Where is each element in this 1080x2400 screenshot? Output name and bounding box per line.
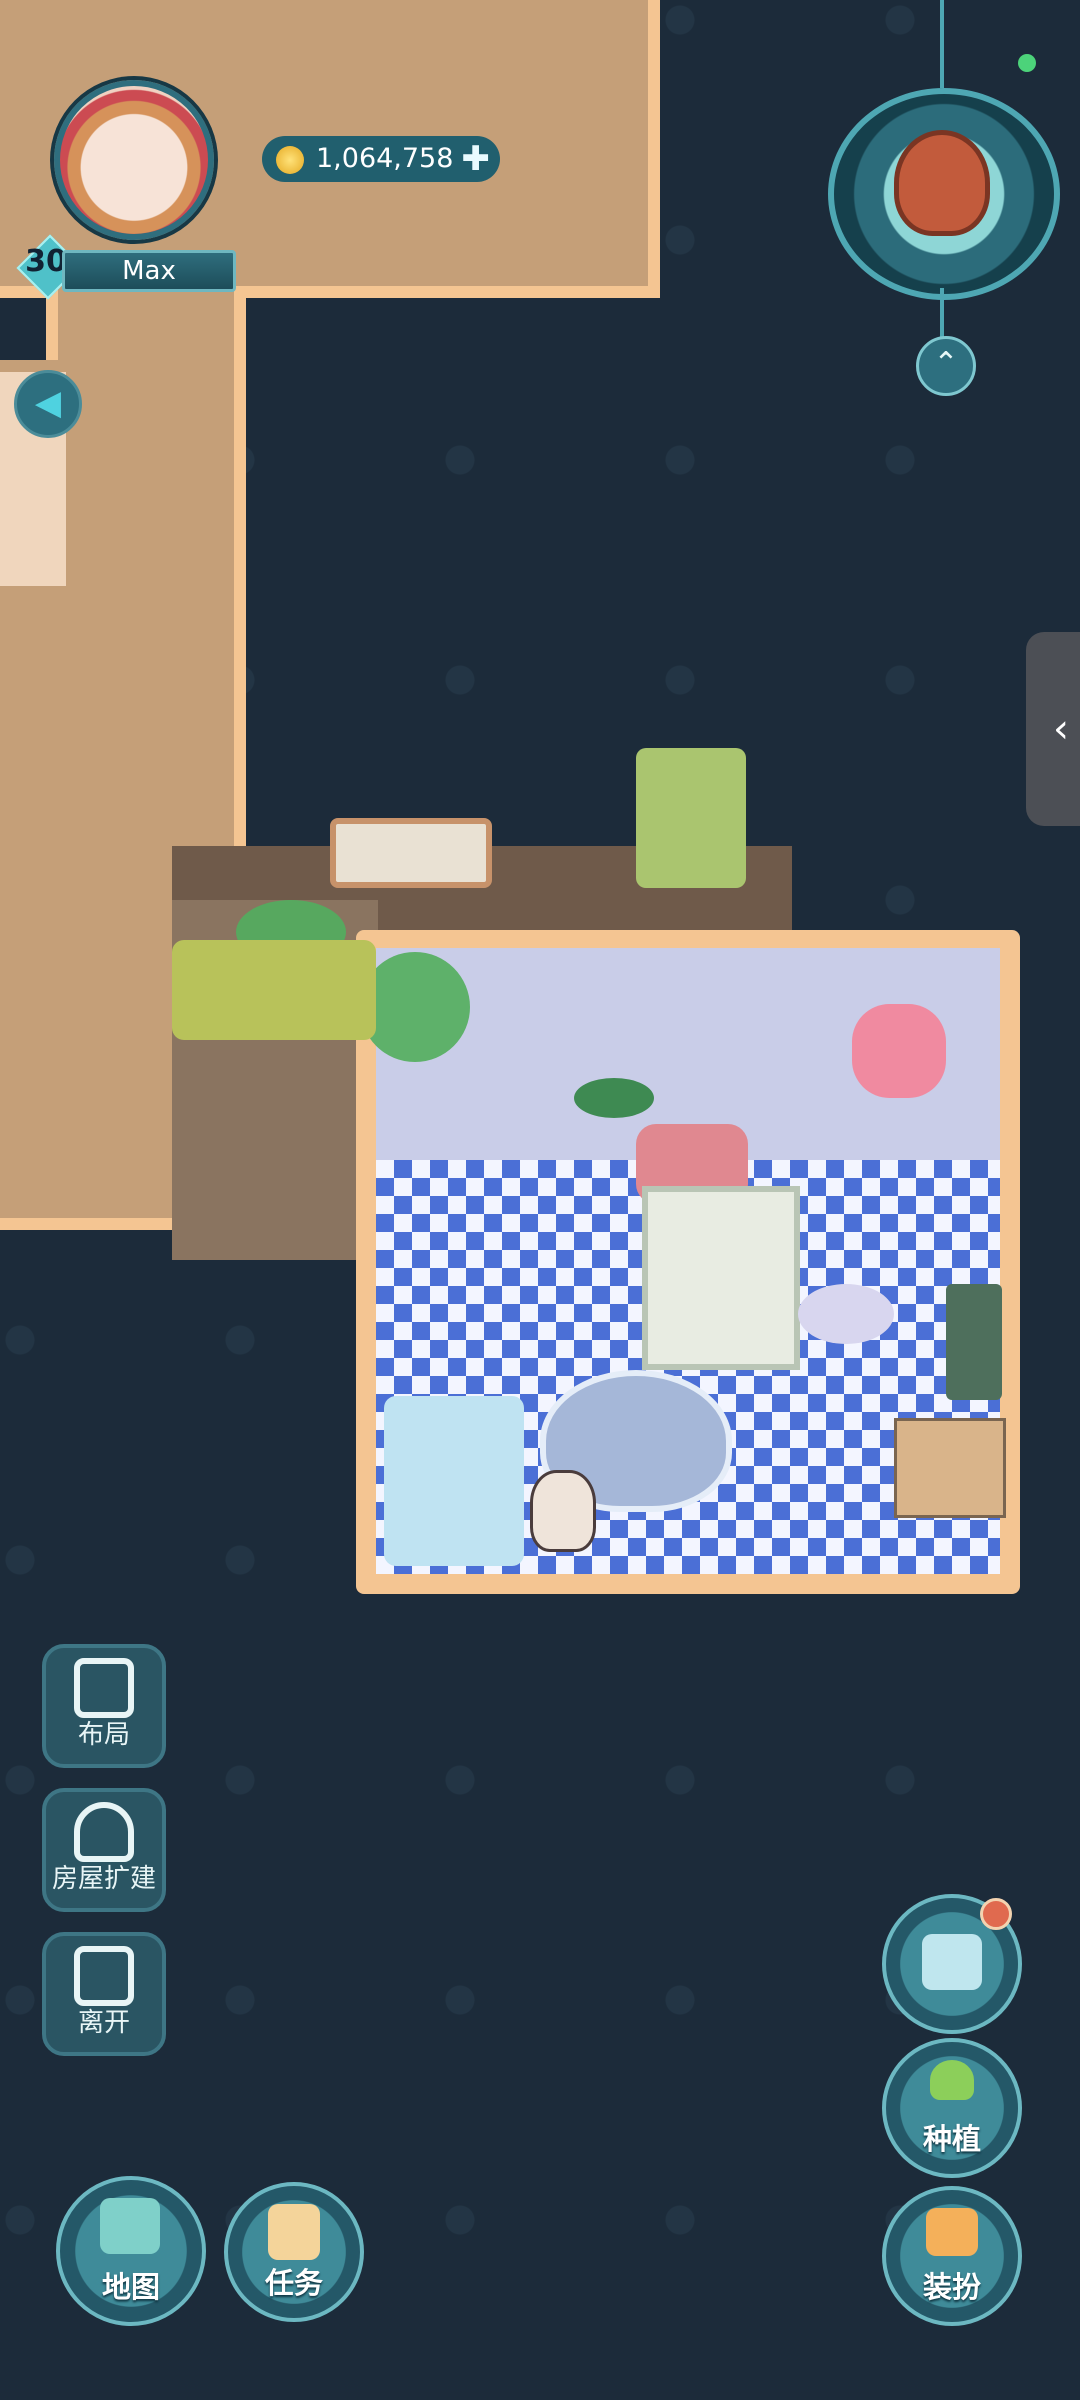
- widget-string: [940, 0, 944, 88]
- player-character[interactable]: [530, 1470, 596, 1552]
- player-avatar[interactable]: [54, 80, 214, 240]
- tasks-button[interactable]: 任务: [224, 2182, 364, 2322]
- map-button[interactable]: 地图: [56, 2176, 206, 2326]
- dressup-label: 装扮: [922, 2270, 981, 2304]
- furniture-catalog-icon: [922, 1934, 982, 1990]
- map-label: 地图: [101, 2270, 160, 2304]
- tasks-label: 任务: [264, 2266, 323, 2300]
- triangle-left-icon: ◀: [34, 383, 62, 423]
- exit-label: 离开: [77, 2008, 130, 2038]
- clipboard-icon: [268, 2204, 320, 2260]
- green-table[interactable]: [574, 1078, 654, 1118]
- coin-value: 1,064,758: [316, 143, 454, 174]
- sofa-furniture[interactable]: [330, 818, 492, 888]
- widget-string-lower: [940, 288, 944, 338]
- house-icon: [894, 130, 990, 236]
- player-name: Max: [62, 250, 236, 292]
- coin-icon: [276, 146, 304, 174]
- stove[interactable]: [894, 1418, 1006, 1518]
- carpet[interactable]: [642, 1186, 800, 1370]
- clover-plant-large[interactable]: [360, 952, 470, 1062]
- map-icon: [100, 2198, 160, 2254]
- left-panel-tab[interactable]: ◀: [14, 370, 82, 438]
- house-expand-icon: [74, 1802, 134, 1862]
- double-chevron-up-icon[interactable]: ⌃: [916, 336, 976, 396]
- plant-shelf[interactable]: [384, 1396, 524, 1566]
- dressup-button[interactable]: 装扮: [882, 2186, 1022, 2326]
- flower-mirror[interactable]: [852, 1004, 946, 1098]
- fridge[interactable]: [946, 1284, 1002, 1400]
- house-expand-button[interactable]: 房屋扩建: [42, 1788, 166, 1912]
- layout-label: 布局: [77, 1720, 130, 1750]
- exit-icon: [74, 1946, 134, 2006]
- online-status-dot: [1018, 54, 1036, 72]
- layout-button[interactable]: 布局: [42, 1644, 166, 1768]
- add-coins-icon[interactable]: ✚: [462, 136, 491, 182]
- plant-label: 种植: [922, 2122, 981, 2156]
- layout-icon: [74, 1658, 134, 1718]
- dresser-furniture[interactable]: [636, 748, 746, 888]
- cloud-cushion[interactable]: [798, 1284, 894, 1344]
- sprout-icon: [930, 2060, 974, 2100]
- hammer-icon: [926, 2208, 978, 2256]
- notification-dot: [980, 1898, 1012, 1930]
- plant-button[interactable]: 种植: [882, 2038, 1022, 2178]
- chevron-left-icon: ‹: [1053, 706, 1069, 752]
- exit-button[interactable]: 离开: [42, 1932, 166, 2056]
- side-panel-tab[interactable]: ‹: [1026, 632, 1080, 826]
- house-expand-label: 房屋扩建: [51, 1864, 156, 1894]
- green-bed[interactable]: [172, 940, 376, 1040]
- coin-counter[interactable]: 1,064,758 ✚: [262, 136, 500, 182]
